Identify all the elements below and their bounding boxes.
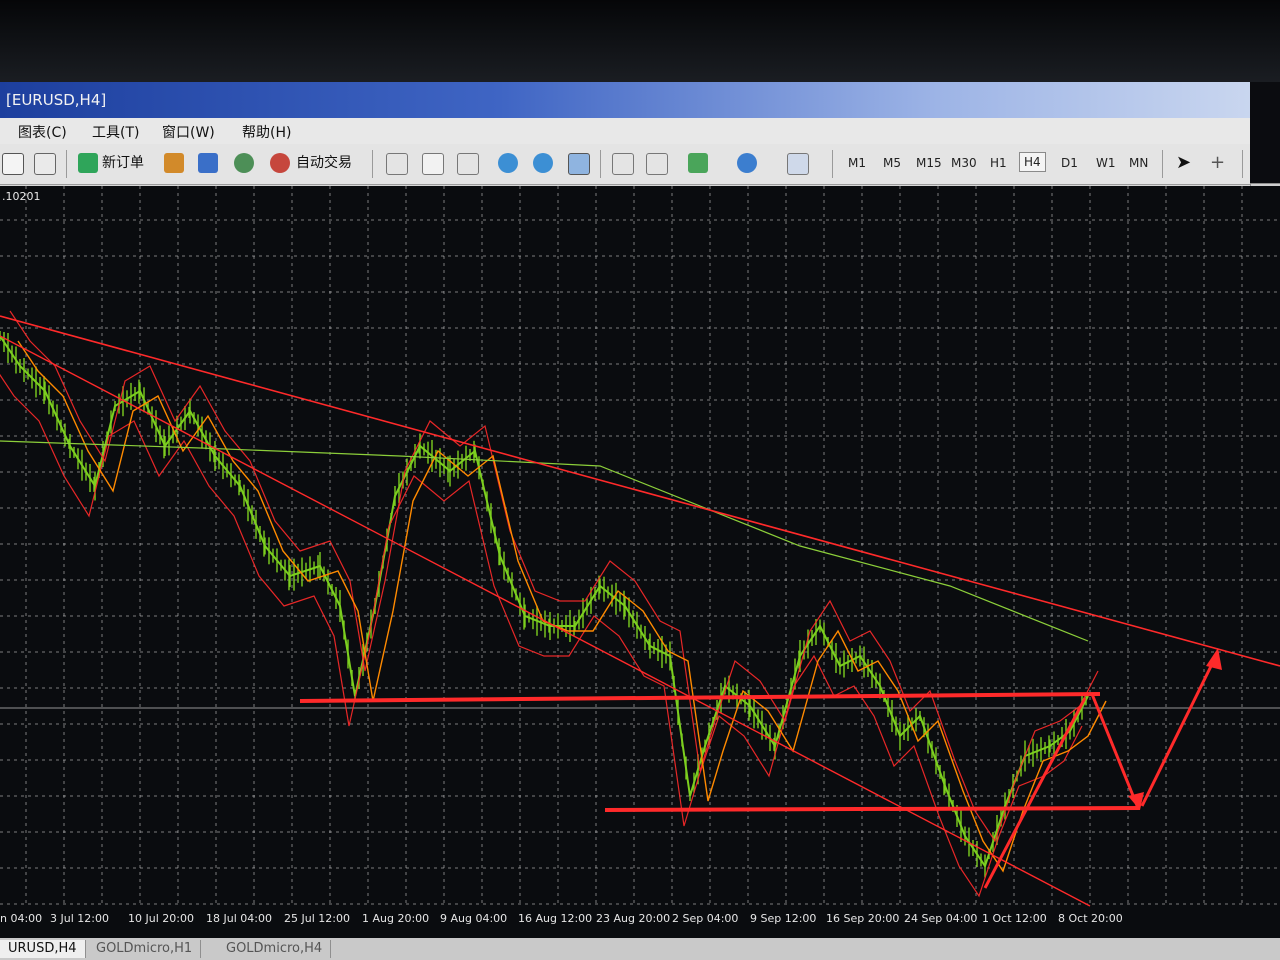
tab-goldmicro-h1[interactable]: GOLDmicro,H1 <box>88 940 202 958</box>
time-label: 8 Oct 20:00 <box>1058 912 1123 925</box>
new-chart-icon[interactable] <box>2 153 24 175</box>
chart-drawings <box>0 315 1280 907</box>
time-axis: n 04:00 3 Jul 12:00 10 Jul 20:00 18 Jul 04:… <box>0 912 1123 925</box>
market-watch-icon[interactable] <box>164 153 184 173</box>
time-label: 1 Oct 12:00 <box>982 912 1047 925</box>
time-label: 23 Aug 20:00 <box>596 912 670 925</box>
time-label: 10 Jul 20:00 <box>128 912 194 925</box>
chart-canvas[interactable]: .10201 n 04:00 3 Jul 12:00 10 Jul 20:00 18 … <box>0 186 1280 938</box>
arrow-up-1 <box>983 697 1087 889</box>
toolbar-separator <box>600 150 601 178</box>
window-title: [EURUSD,H4] <box>6 91 107 109</box>
new-order-icon[interactable] <box>78 153 98 173</box>
cursor-icon[interactable]: ➤ <box>1176 152 1191 174</box>
trendline-upper <box>0 315 1280 667</box>
arrowhead <box>1206 648 1222 670</box>
auto-trading-button[interactable]: 自动交易 <box>296 152 352 174</box>
time-label: 2 Sep 04:00 <box>672 912 738 925</box>
price-label: .10201 <box>2 190 41 203</box>
timeframe-h1[interactable]: H1 <box>990 156 1007 170</box>
toolbar-separator <box>1242 150 1243 178</box>
timeframe-m30[interactable]: M30 <box>951 156 977 170</box>
terminal-icon[interactable] <box>234 153 254 173</box>
menu-tools[interactable]: 工具(T) <box>92 122 139 142</box>
timeframe-w1[interactable]: W1 <box>1096 156 1116 170</box>
time-label: 1 Aug 20:00 <box>362 912 429 925</box>
tab-goldmicro-h4[interactable]: GOLDmicro,H4 <box>218 940 332 958</box>
new-order-button[interactable]: 新订单 <box>102 152 144 174</box>
periods-clock-icon[interactable] <box>737 153 757 173</box>
auto-trading-icon[interactable] <box>270 153 290 173</box>
time-label: 16 Aug 12:00 <box>518 912 592 925</box>
time-label: 18 Jul 04:00 <box>206 912 272 925</box>
time-label: n 04:00 <box>0 912 42 925</box>
indicators-icon[interactable] <box>688 153 708 173</box>
timeframe-m15[interactable]: M15 <box>916 156 942 170</box>
bar-chart-icon[interactable] <box>386 153 408 175</box>
arrow-down <box>1090 693 1140 809</box>
trendline-lower <box>0 335 1091 907</box>
screen-bezel <box>0 0 1280 82</box>
navigator-icon[interactable] <box>198 153 218 173</box>
toolbar-separator <box>832 150 833 178</box>
candlestick-icon[interactable] <box>422 153 444 175</box>
timeframe-m1[interactable]: M1 <box>848 156 866 170</box>
timeframe-m5[interactable]: M5 <box>883 156 901 170</box>
chart-grid <box>0 186 1280 906</box>
timeframe-d1[interactable]: D1 <box>1061 156 1078 170</box>
timeframe-h4[interactable]: H4 <box>1019 152 1046 172</box>
zoom-in-icon[interactable] <box>498 153 518 173</box>
tab-eurusd-h4[interactable]: URUSD,H4 <box>0 940 86 958</box>
time-label: 9 Sep 12:00 <box>750 912 816 925</box>
line-chart-icon[interactable] <box>457 153 479 175</box>
resistance-line <box>299 692 1101 703</box>
time-label: 16 Sep 20:00 <box>826 912 899 925</box>
toolbar: 新订单 自动交易 M1 M5 M15 M30 H1 H4 D1 W1 MN ➤ … <box>0 144 1250 185</box>
profiles-icon[interactable] <box>34 153 56 175</box>
menu-help[interactable]: 帮助(H) <box>242 122 291 142</box>
chart-tabs: URUSD,H4 GOLDmicro,H1 GOLDmicro,H4 <box>0 938 1280 960</box>
price-chart[interactable]: .10201 n 04:00 3 Jul 12:00 10 Jul 20:00 18 … <box>0 186 1280 938</box>
auto-scroll-icon[interactable] <box>646 153 668 175</box>
templates-icon[interactable] <box>787 153 809 175</box>
menu-bar: 图表(C) 工具(T) 窗口(W) 帮助(H) <box>0 118 1250 144</box>
time-label: 25 Jul 12:00 <box>284 912 350 925</box>
crosshair-icon[interactable]: + <box>1210 152 1225 174</box>
arrow-up-2 <box>1140 651 1220 807</box>
menu-chart[interactable]: 图表(C) <box>18 122 67 142</box>
toolbar-separator <box>372 150 373 178</box>
chart-shift-icon[interactable] <box>612 153 634 175</box>
tile-windows-icon[interactable] <box>568 153 590 175</box>
time-label: 24 Sep 04:00 <box>904 912 977 925</box>
toolbar-separator <box>66 150 67 178</box>
toolbar-separator <box>1162 150 1163 178</box>
support-line <box>604 806 1141 812</box>
bollinger-upper <box>9 310 1099 843</box>
timeframe-mn[interactable]: MN <box>1129 156 1148 170</box>
title-bar: [EURUSD,H4] <box>0 82 1250 118</box>
price-line <box>0 335 1089 869</box>
time-label: 3 Jul 12:00 <box>50 912 109 925</box>
zoom-out-icon[interactable] <box>533 153 553 173</box>
time-label: 9 Aug 04:00 <box>440 912 507 925</box>
menu-window[interactable]: 窗口(W) <box>162 122 215 142</box>
